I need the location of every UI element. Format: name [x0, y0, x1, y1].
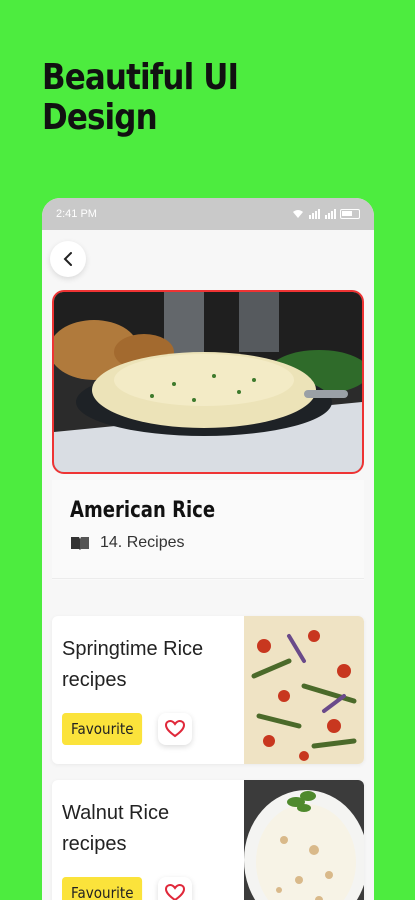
promo-line-2: Design: [42, 97, 158, 138]
signal-icon-2: [325, 209, 336, 219]
recipe-card[interactable]: Walnut Rice recipes Favourite: [52, 780, 364, 900]
recipe-thumbnail: [244, 780, 364, 900]
chevron-left-icon: [63, 252, 72, 266]
favourite-heart-button[interactable]: [158, 877, 192, 900]
battery-icon: [340, 209, 360, 219]
status-bar: 2:41 PM: [42, 198, 374, 230]
promo-headline: Beautiful UI Design: [42, 57, 239, 138]
recipe-name-line-1: Walnut Rice: [62, 802, 170, 824]
recipe-name-line-2: recipes: [62, 669, 127, 691]
recipe-name-line-1: Springtime Rice: [62, 638, 204, 660]
hero-image: [52, 290, 364, 474]
category-header: American Rice 14. Recipes: [52, 480, 364, 580]
recipe-count-label: 14. Recipes: [100, 534, 185, 551]
heart-icon: [165, 720, 185, 738]
heart-icon: [165, 884, 185, 900]
book-icon: [71, 537, 89, 550]
status-icons: [292, 209, 360, 219]
wifi-icon: [293, 210, 303, 218]
favourite-badge[interactable]: Favourite: [62, 713, 143, 745]
favourite-badge[interactable]: Favourite: [62, 877, 143, 900]
recipe-name: Springtime Rice recipes: [62, 634, 242, 696]
recipe-card[interactable]: Springtime Rice recipes Favourite: [52, 616, 364, 764]
recipe-count: 14. Recipes: [70, 534, 185, 552]
status-time: 2:41 PM: [56, 208, 97, 220]
back-button[interactable]: [50, 241, 86, 277]
recipe-name: Walnut Rice recipes: [62, 798, 242, 860]
recipe-thumbnail: [244, 616, 364, 764]
category-title: American Rice: [70, 498, 216, 523]
signal-icon: [309, 209, 320, 219]
divider: [52, 578, 364, 579]
recipe-name-line-2: recipes: [62, 833, 127, 855]
phone-screen: 2:41 PM American Rice 14. Recipes Spring…: [42, 198, 374, 900]
promo-line-1: Beautiful UI: [42, 57, 239, 98]
favourite-heart-button[interactable]: [158, 713, 192, 745]
